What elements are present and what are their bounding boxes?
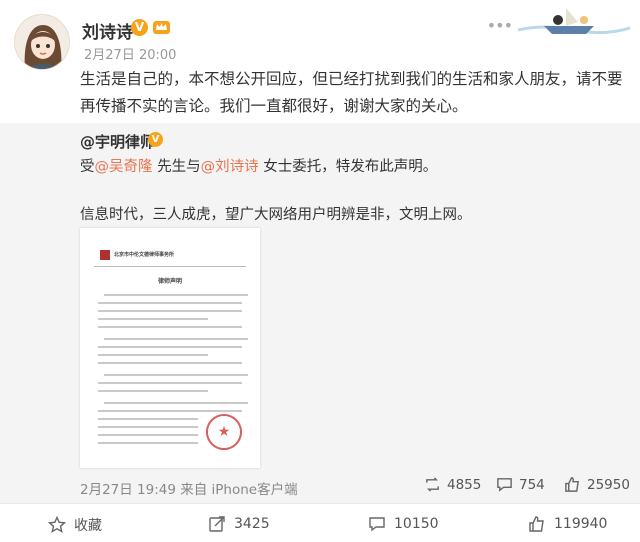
repost-count: 3425 <box>234 516 270 532</box>
repost-author[interactable]: @宇明律师 <box>80 131 155 152</box>
comment-count: 10150 <box>394 516 439 532</box>
reposted-content[interactable]: @宇明律师 V 受@吴奇隆 先生与@刘诗诗 女士委托，特发布此声明。 信息时代，… <box>0 123 640 503</box>
like-icon <box>565 477 579 492</box>
mention-link[interactable]: @刘诗诗 <box>201 159 259 175</box>
post-text: 生活是自己的，本不想公开回应，但已经打扰到我们的生活和家人朋友，请不要再传播不实… <box>80 70 623 115</box>
mention-link[interactable]: @吴奇隆 <box>95 159 153 175</box>
username[interactable]: 刘诗诗 <box>82 18 133 43</box>
bottom-toolbar: 收藏 3425 10150 119940 <box>0 503 640 542</box>
document-text-line <box>98 302 242 304</box>
repost-button[interactable]: 3425 <box>208 515 270 533</box>
document-title: 律师声明 <box>157 278 182 285</box>
document-text-line <box>98 382 242 384</box>
text-segment: 先生与 <box>152 159 201 175</box>
repost-line-1: 受@吴奇隆 先生与@刘诗诗 女士委托，特发布此声明。 <box>80 155 437 176</box>
firm-logo-icon <box>100 250 110 260</box>
comment-icon <box>497 478 512 492</box>
repost-line-2: 信息时代，三人成虎，望广大网络用户明辨是非，文明上网。 <box>80 207 472 223</box>
repost-icon <box>426 477 439 492</box>
document-text-line <box>98 426 198 428</box>
document-text-line <box>98 434 198 436</box>
decoration-boat-icon <box>514 0 632 40</box>
count: 4855 <box>447 476 482 493</box>
repost-comment-count[interactable]: 754 <box>496 476 545 493</box>
comment-button[interactable]: 10150 <box>368 515 439 533</box>
comment-icon <box>369 517 385 532</box>
document-text-line <box>104 294 248 296</box>
verified-badge-icon: V <box>148 132 163 147</box>
repost-footer-time[interactable]: 2月27日 19:49 来自 iPhone客户端 <box>80 478 298 498</box>
document-text-line <box>104 374 248 376</box>
crown-icon <box>152 18 171 36</box>
favorite-label: 收藏 <box>74 518 102 534</box>
like-button[interactable]: 119940 <box>528 515 607 533</box>
seal-icon: ★ <box>206 414 242 450</box>
document-text-line <box>98 390 208 392</box>
document-text-line <box>98 326 242 328</box>
document-text-line <box>98 354 208 356</box>
weibo-post: 刘诗诗 V 2月27日 20:00 ••• 生活是自己的，本不想公开回应，但已经… <box>0 0 640 542</box>
document-text-line <box>104 402 248 404</box>
document-text-line <box>98 418 198 420</box>
post-timestamp[interactable]: 2月27日 20:00 <box>84 44 176 63</box>
text-segment: 女士委托，特发布此声明。 <box>258 159 438 175</box>
like-icon <box>529 516 544 532</box>
count: 25950 <box>587 476 630 493</box>
text-segment: 受 <box>80 159 95 175</box>
divider <box>94 266 246 267</box>
repost-like-count[interactable]: 25950 <box>564 476 630 493</box>
document-text-line <box>98 318 208 320</box>
repost-repost-count[interactable]: 4855 <box>424 476 481 493</box>
star-icon <box>48 516 66 533</box>
document-text-line <box>104 338 248 340</box>
count: 754 <box>519 476 545 493</box>
statement-image[interactable]: 北京市中伦文德律师事务所 律师声明 ★ <box>80 228 260 468</box>
firm-name: 北京市中伦文德律师事务所 <box>114 252 175 258</box>
verified-badge-icon: V <box>131 19 148 36</box>
document-text-line <box>98 410 242 412</box>
like-count: 119940 <box>554 516 608 532</box>
avatar[interactable] <box>14 14 70 70</box>
repost-icon <box>209 516 225 532</box>
favorite-button[interactable]: 收藏 <box>48 515 102 535</box>
document-text-line <box>98 346 242 348</box>
document-text-line <box>98 310 242 312</box>
document-text-line <box>98 362 242 364</box>
document-text-line <box>98 442 198 444</box>
more-icon[interactable]: ••• <box>487 16 513 35</box>
